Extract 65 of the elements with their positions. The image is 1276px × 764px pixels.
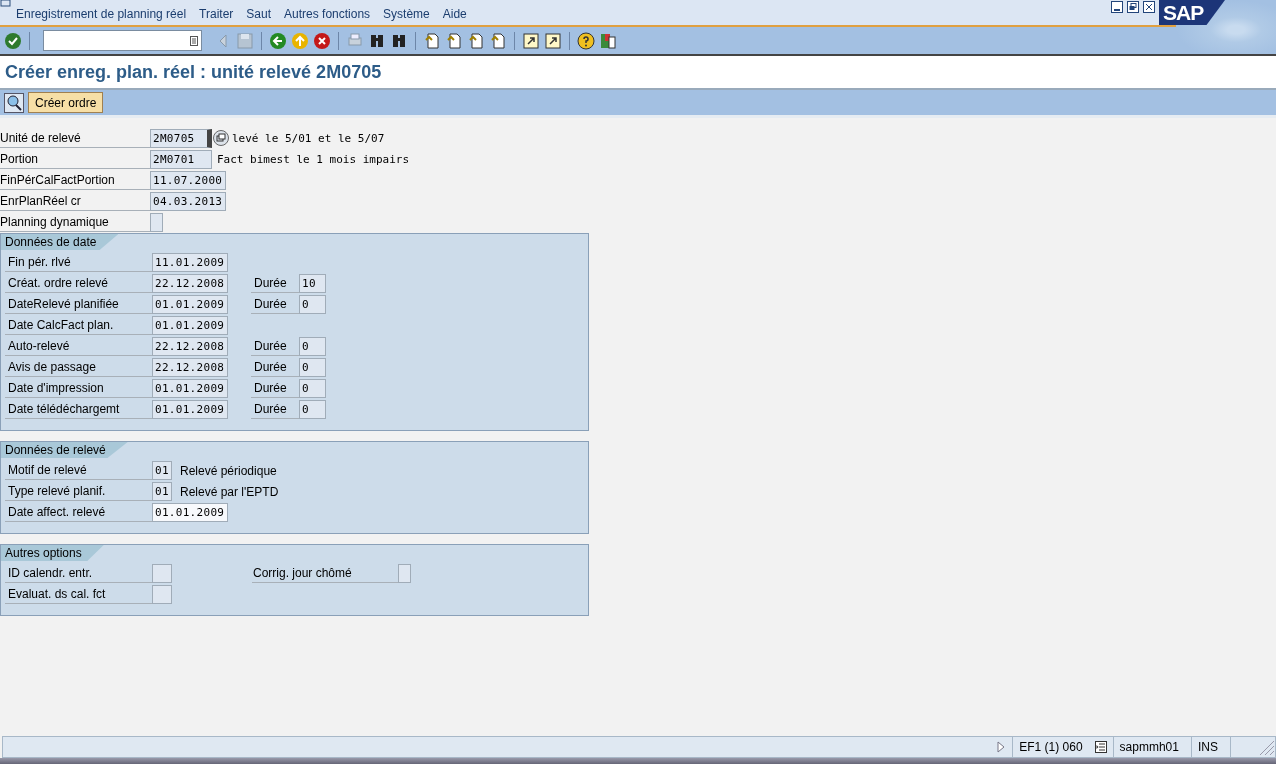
server-name: sapmmh01 xyxy=(1112,737,1185,757)
next-page-icon[interactable] xyxy=(467,31,485,50)
list-icon[interactable] xyxy=(1094,741,1107,753)
input-field[interactable]: 2M0705 xyxy=(150,129,212,148)
back-icon[interactable] xyxy=(269,31,287,50)
layout-icon[interactable] xyxy=(599,31,617,50)
input-field[interactable]: 01.01.2009 xyxy=(152,503,228,522)
minimize-icon[interactable] xyxy=(1111,1,1123,13)
resize-grip-icon[interactable] xyxy=(1257,738,1275,756)
field-description: Relevé périodique xyxy=(180,463,277,478)
input-field[interactable]: 0 xyxy=(299,295,326,314)
input-field[interactable] xyxy=(152,585,172,604)
field-description: levé le 5/01 et le 5/07 xyxy=(232,132,385,145)
input-field[interactable]: 01 xyxy=(152,482,172,501)
input-field[interactable]: 0 xyxy=(299,379,326,398)
system-info: EF1 (1) 060 xyxy=(1012,737,1089,757)
restore-icon[interactable] xyxy=(1127,1,1139,13)
menu-item[interactable]: Enregistrement de planning réel xyxy=(16,7,187,21)
command-field[interactable] xyxy=(43,30,202,51)
input-field[interactable]: 01 xyxy=(152,461,172,480)
new-session-icon[interactable] xyxy=(522,31,540,50)
previous-page-icon[interactable] xyxy=(445,31,463,50)
input-field[interactable]: 22.12.2008 xyxy=(152,274,228,293)
menu-item[interactable]: Système xyxy=(383,7,430,21)
possible-entries-icon[interactable] xyxy=(213,130,229,146)
input-field[interactable]: 22.12.2008 xyxy=(152,337,228,356)
menu-item[interactable]: Aide xyxy=(442,7,467,21)
help-icon[interactable] xyxy=(577,31,595,50)
input-field[interactable]: 01.01.2009 xyxy=(152,316,228,335)
menu-item[interactable]: Saut xyxy=(246,7,272,21)
input-field[interactable]: 10 xyxy=(299,274,326,293)
field-description: Relevé par l'EPTD xyxy=(180,484,279,499)
group-title: Données de relevé xyxy=(1,442,128,458)
menu-item[interactable]: Autres fonctions xyxy=(284,7,371,21)
input-field[interactable]: 0 xyxy=(299,400,326,419)
shortcut-icon[interactable] xyxy=(544,31,562,50)
input-field[interactable]: 01.01.2009 xyxy=(152,295,228,314)
history-icon[interactable] xyxy=(190,35,198,46)
close-icon[interactable] xyxy=(1143,1,1155,13)
first-page-icon[interactable] xyxy=(423,31,441,50)
input-field[interactable]: 11.01.2009 xyxy=(152,253,228,272)
field-description: Fact bimest le 1 mois impairs xyxy=(217,153,410,166)
input-field[interactable] xyxy=(398,564,411,583)
input-field[interactable]: 22.12.2008 xyxy=(152,358,228,377)
input-field[interactable]: 04.03.2013 xyxy=(150,192,226,211)
input-field[interactable]: 0 xyxy=(299,337,326,356)
input-field[interactable] xyxy=(150,213,163,232)
screen-title: Créer enreg. plan. réel : unité relevé 2M0705 xyxy=(5,61,382,83)
expand-arrow-icon[interactable] xyxy=(996,741,1007,753)
input-field[interactable]: 0 xyxy=(299,358,326,377)
input-field[interactable]: 01.01.2009 xyxy=(152,379,228,398)
create-order-button[interactable]: Créer ordre xyxy=(28,92,104,113)
input-field[interactable]: 11.07.2000 xyxy=(150,171,226,190)
group-title: Autres options xyxy=(1,545,104,561)
last-page-icon[interactable] xyxy=(489,31,507,50)
window-icon[interactable] xyxy=(0,0,12,8)
input-field[interactable]: 2M0701 xyxy=(150,150,212,169)
input-field[interactable] xyxy=(152,564,172,583)
group-title: Données de date xyxy=(1,234,119,250)
menu-item[interactable]: Traiter xyxy=(199,7,234,21)
input-field[interactable]: 01.01.2009 xyxy=(152,400,228,419)
magnifier-icon[interactable] xyxy=(4,92,24,113)
cancel-icon[interactable] xyxy=(313,31,331,50)
insert-mode: INS xyxy=(1191,737,1224,757)
enter-icon[interactable] xyxy=(4,31,22,50)
